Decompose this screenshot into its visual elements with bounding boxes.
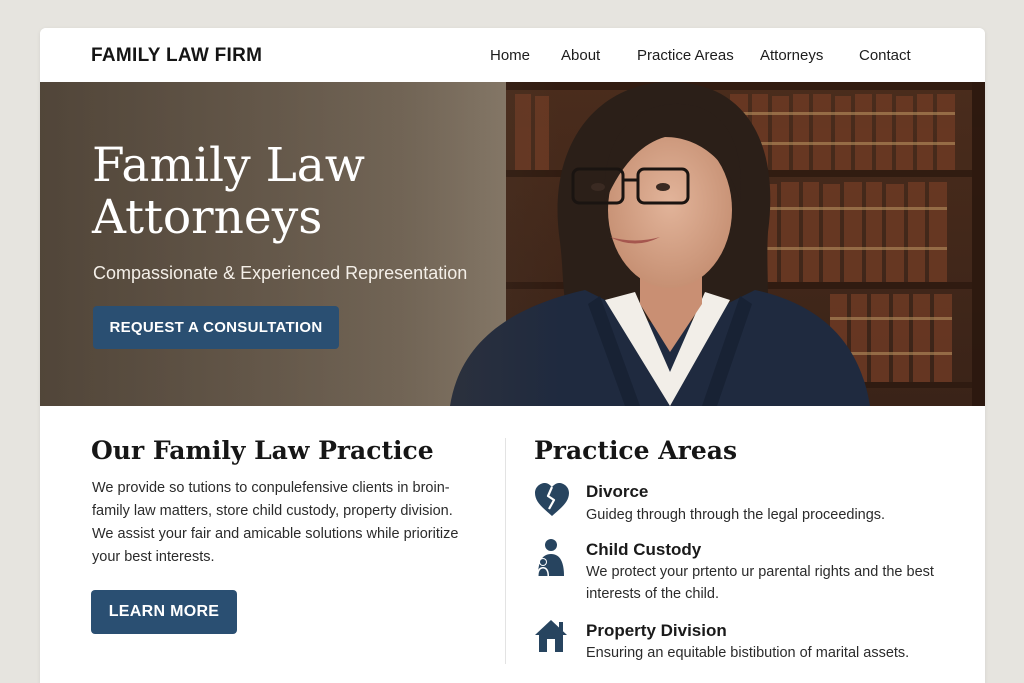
area-title-child-custody[interactable]: Child Custody [586,540,701,560]
top-nav: FAMILY LAW FIRM Home About Practice Area… [40,28,985,82]
practice-description: We provide so tutions to conpulefensive … [92,480,459,565]
practice-areas-heading: Practice Areas [534,436,738,465]
area-desc-property-division: Ensuring an equitable bistibution of mar… [586,645,910,661]
brand-logo[interactable]: FAMILY LAW FIRM [91,45,262,67]
broken-heart-icon [535,483,569,516]
learn-more-button[interactable]: LEARN MORE [91,590,237,634]
practice-heading: Our Family Law Practice [91,436,434,465]
area-desc-divorce: Guideg through through the legal proceed… [586,507,886,523]
nav-link-home[interactable]: Home [490,47,530,64]
hero-title: Family Law Attorneys [92,138,366,245]
hero-banner: Family Law Attorneys Compassionate & Exp… [40,82,985,406]
area-title-property-division[interactable]: Property Division [586,621,727,641]
parent-child-icon [537,539,564,576]
nav-link-practice-areas[interactable]: Practice Areas [637,47,734,64]
column-divider [505,438,506,664]
nav-link-contact[interactable]: Contact [859,47,911,64]
request-consultation-button[interactable]: REQUEST A CONSULTATION [93,306,339,349]
hero-subtitle: Compassionate & Experienced Representati… [93,263,468,283]
page-card: FAMILY LAW FIRM Home About Practice Area… [40,28,985,683]
nav-link-attorneys[interactable]: Attorneys [760,47,823,64]
area-title-divorce[interactable]: Divorce [586,482,648,502]
house-icon [535,620,567,652]
nav-link-about[interactable]: About [561,47,600,64]
area-desc-child-custody: We protect your prtento ur parental righ… [586,564,934,602]
